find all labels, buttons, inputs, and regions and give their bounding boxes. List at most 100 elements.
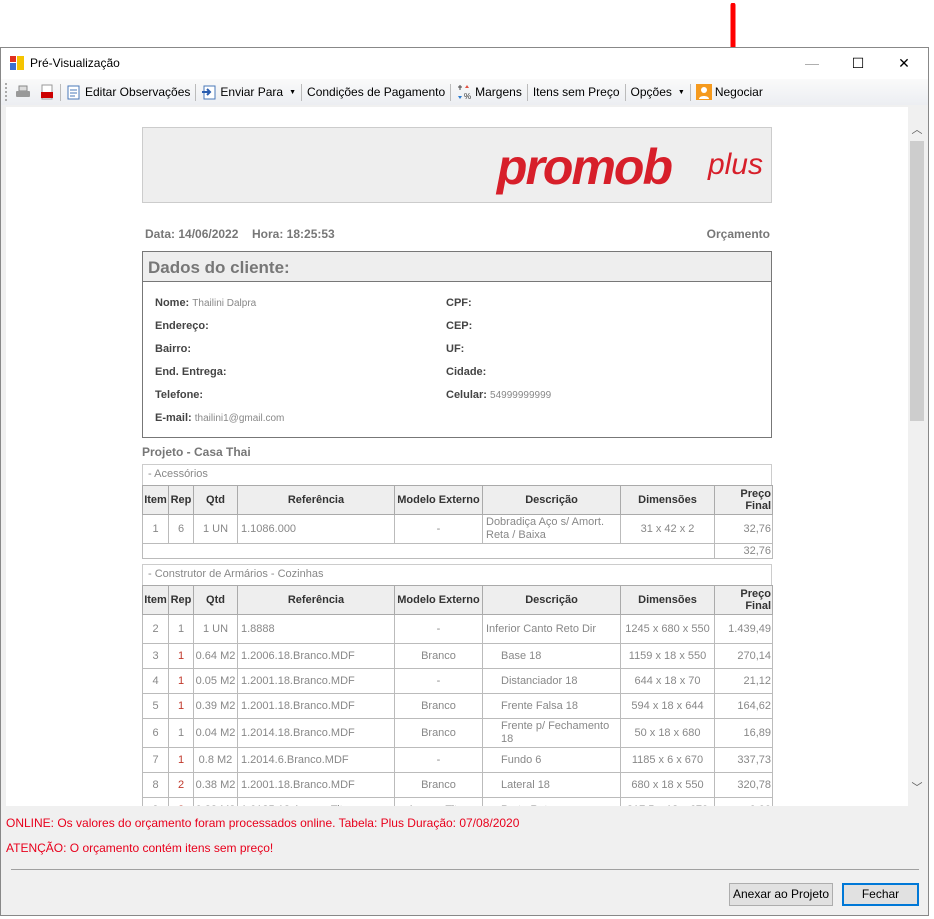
client-cep: CEP: xyxy=(446,320,473,332)
client-email: E-mail: thailini1@gmail.com xyxy=(155,412,285,424)
column-header[interactable]: Descrição xyxy=(482,585,621,615)
column-header[interactable]: Item xyxy=(142,585,169,615)
table-cell: 337,73 xyxy=(714,747,773,773)
table-cell: - xyxy=(394,747,483,773)
table-cell: 6 xyxy=(142,718,169,748)
promob-logo: promob xyxy=(496,139,673,195)
table-cell: 5 xyxy=(142,693,169,719)
table-cell: 320,78 xyxy=(714,772,773,798)
table-cell: 680 x 18 x 550 xyxy=(620,772,715,798)
preview-window: Pré-Visualização — ☐ ✕ Editar Observaçõe… xyxy=(0,47,929,916)
items-table: Item Rep Qtd Referência Modelo Externo Descri… xyxy=(142,585,773,806)
table-cell: 1.2014.6.Branco.MDF xyxy=(237,747,395,773)
column-header[interactable]: Dimensões xyxy=(620,585,715,615)
table-cell: 50 x 18 x 680 xyxy=(620,718,715,748)
table-row[interactable]: 4 1 0.05 M2 1.2001.18.Branco.MDF - Distanciad… xyxy=(142,668,773,694)
table-header: Item Rep Qtd Referência Modelo Externo Descri… xyxy=(142,585,773,615)
edit-notes-button[interactable]: Editar Observações xyxy=(62,81,194,103)
table-row[interactable]: 7 1 0.8 M2 1.2014.6.Branco.MDF - Fundo 6 1185 … xyxy=(142,747,773,773)
printer-icon xyxy=(16,85,30,97)
table-cell: - xyxy=(394,614,483,644)
client-cpf: CPF: xyxy=(446,297,472,309)
column-header[interactable]: Dimensões xyxy=(620,485,715,515)
table-cell: 0.64 M2 xyxy=(193,643,238,669)
table-header: Item Rep Qtd Referência Modelo Externo Descri… xyxy=(142,485,773,515)
svg-text:%: % xyxy=(464,92,471,100)
print-button[interactable] xyxy=(11,81,35,103)
table-cell: 317.5 x 18 x 670 xyxy=(620,797,715,806)
time: Hora: 18:25:53 xyxy=(252,227,335,241)
column-header[interactable]: Rep xyxy=(168,485,194,515)
table-cell: 1185 x 6 x 670 xyxy=(620,747,715,773)
column-header[interactable]: Rep xyxy=(168,585,194,615)
table-row[interactable]: 8 2 0.38 M2 1.2001.18.Branco.MDF Branco Later… xyxy=(142,772,773,798)
attach-to-project-button[interactable]: Anexar ao Projeto xyxy=(729,883,833,906)
scroll-down-icon[interactable]: ﹀ xyxy=(908,779,926,795)
table-cell: 1.2001.18.Branco.MDF xyxy=(237,693,395,719)
table-cell: Lateral 18 xyxy=(482,772,621,798)
table-row[interactable]: 3 1 0.64 M2 1.2006.18.Branco.MDF Branco Base … xyxy=(142,643,773,669)
title-bar: Pré-Visualização — ☐ ✕ xyxy=(1,48,928,79)
table-cell: 164,62 xyxy=(714,693,773,719)
scroll-up-icon[interactable]: ︿ xyxy=(908,121,926,137)
column-header[interactable]: Qtd xyxy=(193,585,238,615)
scrollbar-thumb[interactable] xyxy=(910,141,924,421)
table-row[interactable]: 920.23 M21.0185.18.Arauco.TitanArauco.Ti… xyxy=(142,797,773,806)
column-header[interactable]: Modelo Externo xyxy=(394,485,483,515)
table-cell: - xyxy=(394,668,483,694)
table-row[interactable]: 211 UN 1.8888- Inferior Canto Reto Dir 1245… xyxy=(142,614,773,644)
table-cell: 32,76 xyxy=(714,514,773,544)
table-cell: 1.2001.18.Branco.MDF xyxy=(237,668,395,694)
client-district: Bairro: xyxy=(155,343,192,355)
client-phone: Telefone: xyxy=(155,389,204,401)
table-cell: 0.8 M2 xyxy=(193,747,238,773)
column-header[interactable]: Descrição xyxy=(482,485,621,515)
user-icon xyxy=(695,84,712,100)
maximize-button[interactable]: ☐ xyxy=(835,48,881,79)
table-row[interactable]: 161 UN 1.1086.000- Dobradiça Aço s/ Amort.… xyxy=(142,514,773,544)
table-cell: Base 18 xyxy=(482,643,621,669)
column-header[interactable]: Referência xyxy=(237,585,395,615)
column-header[interactable]: Qtd xyxy=(193,485,238,515)
table-cell: 1 xyxy=(168,643,194,669)
toolbar-grip[interactable] xyxy=(5,83,8,101)
payment-conditions-button[interactable]: Condições de Pagamento xyxy=(303,81,449,103)
items-without-price-button[interactable]: Itens sem Preço xyxy=(529,81,624,103)
table-row[interactable]: 6 1 0.04 M2 1.2014.18.Branco.MDF Branco Frent… xyxy=(142,718,773,748)
send-to-dropdown[interactable]: Enviar Para ▼ xyxy=(197,81,300,103)
column-header[interactable]: Preço Final xyxy=(714,485,773,515)
table-cell: 594 x 18 x 644 xyxy=(620,693,715,719)
negotiate-button[interactable]: Negociar xyxy=(692,81,767,103)
table-cell: 1.8888 xyxy=(237,614,395,644)
column-header[interactable]: Modelo Externo xyxy=(394,585,483,615)
column-header[interactable]: Preço Final xyxy=(714,585,773,615)
table-cell: 1.2006.18.Branco.MDF xyxy=(237,643,395,669)
project-title: Projeto - Casa Thai xyxy=(142,445,251,459)
section-title: - Construtor de Armários - Cozinhas xyxy=(142,564,772,585)
column-header[interactable]: Item xyxy=(142,485,169,515)
table-cell: 1.439,49 xyxy=(714,614,773,644)
table-cell: 1.2014.18.Branco.MDF xyxy=(237,718,395,748)
divider xyxy=(11,869,919,870)
table-cell: 1 xyxy=(168,718,194,748)
notes-icon xyxy=(67,85,80,100)
close-button[interactable]: ✕ xyxy=(881,48,927,79)
table-cell: 0.39 M2 xyxy=(193,693,238,719)
pdf-button[interactable] xyxy=(35,81,59,103)
document-type: Orçamento xyxy=(706,227,770,241)
table-cell: Dobradiça Aço s/ Amort. Reta / Baixa xyxy=(482,514,621,544)
table-cell: 1 xyxy=(168,747,194,773)
table-cell: 1 UN xyxy=(193,614,238,644)
options-dropdown[interactable]: Opções ▼ xyxy=(627,81,689,103)
date: Data: 14/06/2022 xyxy=(145,227,239,241)
minimize-button[interactable]: — xyxy=(789,48,835,79)
table-cell: 16,89 xyxy=(714,718,773,748)
margins-button[interactable]: % Margens xyxy=(452,81,526,103)
table-row[interactable]: 5 1 0.39 M2 1.2001.18.Branco.MDF Branco Frent… xyxy=(142,693,773,719)
column-header[interactable]: Referência xyxy=(237,485,395,515)
table-cell: Inferior Canto Reto Dir xyxy=(482,614,621,644)
close-dialog-button[interactable]: Fechar xyxy=(842,883,919,906)
online-message: ONLINE: Os valores do orçamento foram pr… xyxy=(6,816,520,830)
vertical-scrollbar[interactable]: ︿ ﹀ xyxy=(908,107,926,806)
table-cell: 2 xyxy=(142,614,169,644)
